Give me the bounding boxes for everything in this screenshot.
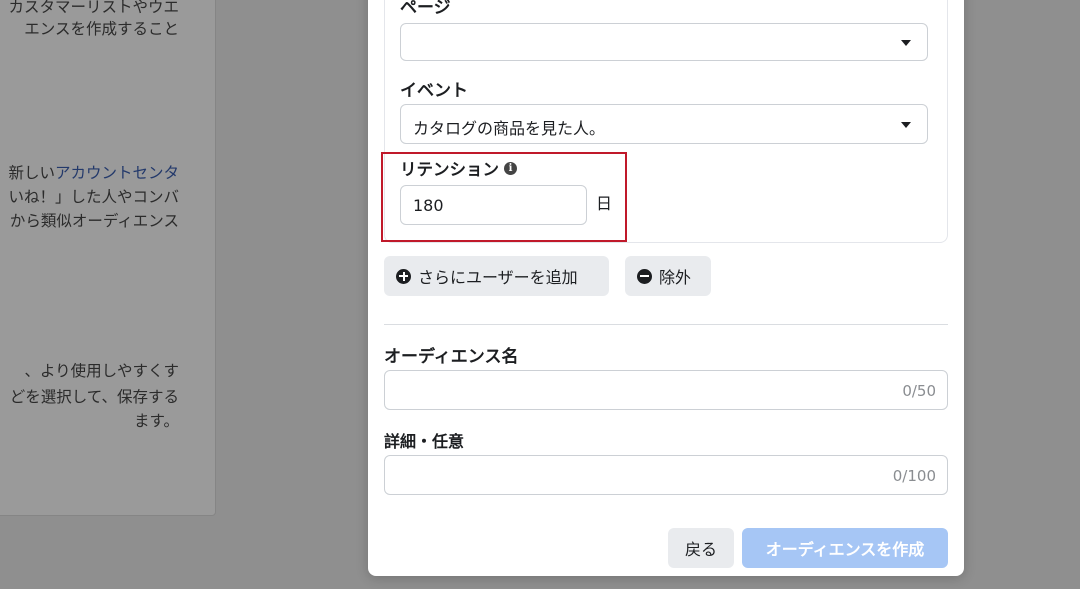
audience-name-counter: 0/50 [902, 382, 936, 400]
details-label: 詳細・任意 [384, 432, 465, 451]
page-label: ページ [400, 0, 451, 18]
exclude-button[interactable]: 除外 [625, 256, 711, 296]
event-select[interactable]: カタログの商品を見た人。 [400, 104, 928, 144]
event-select-value: カタログの商品を見た人。 [413, 119, 606, 138]
plus-circle-icon [396, 268, 411, 284]
section-divider [384, 324, 948, 325]
background-text-line: ます。 [134, 412, 179, 430]
background-text-line: 、より使用しやすくす [24, 362, 179, 380]
add-users-label: さらにユーザーを追加 [418, 268, 578, 287]
details-input[interactable]: 0/100 [384, 455, 948, 495]
create-audience-button[interactable]: オーディエンスを作成 [742, 528, 948, 568]
account-center-link[interactable]: アカウントセンタ [55, 164, 179, 182]
background-text-line: から類似オーディエンス [9, 212, 179, 230]
details-counter: 0/100 [892, 467, 936, 485]
event-label: イベント [400, 81, 468, 101]
add-users-button[interactable]: さらにユーザーを追加 [384, 256, 609, 296]
caret-down-icon [901, 40, 911, 46]
back-button[interactable]: 戻る [668, 528, 734, 568]
audience-name-label: オーディエンス名 [384, 347, 519, 367]
background-text-line: どを選択して、保存する [9, 388, 179, 406]
exclude-label: 除外 [659, 268, 692, 287]
background-panel: カスタマーリストやウエ エンスを作成すること 新しいアカウントセンタ いね！」し… [0, 0, 216, 516]
minus-circle-icon [637, 268, 652, 284]
background-text-line: エンスを作成すること [24, 20, 179, 38]
page-select[interactable] [400, 23, 928, 61]
background-text-line: 新しいアカウントセンタ [8, 164, 179, 182]
highlight-box [381, 152, 627, 242]
create-audience-dialog: ページ イベント カタログの商品を見た人。 リテンション i 180 日 さらに… [368, 0, 964, 576]
caret-down-icon [901, 122, 911, 128]
background-text-line: いね！」した人やコンバ [8, 188, 179, 206]
audience-name-input[interactable]: 0/50 [384, 370, 948, 410]
